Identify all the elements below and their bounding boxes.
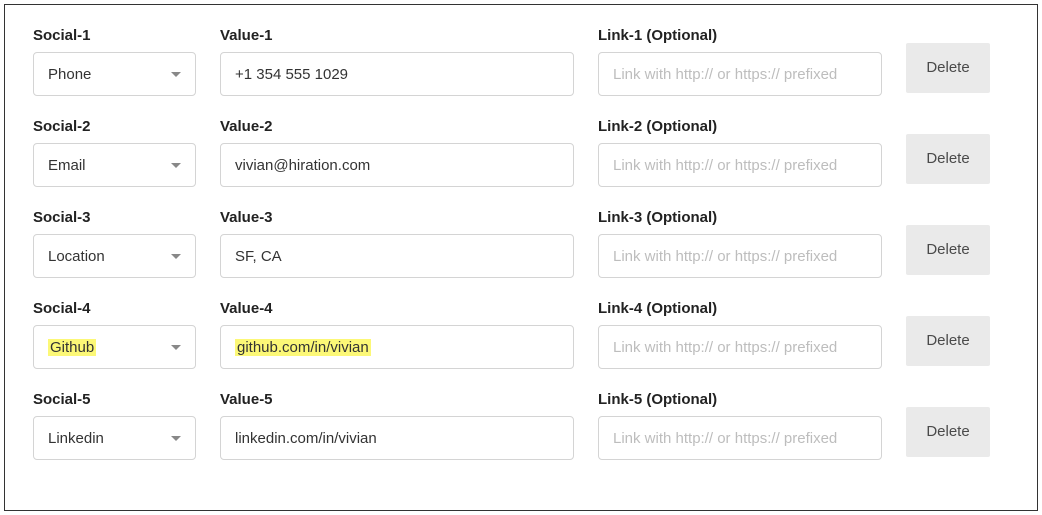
link-input[interactable]	[598, 143, 882, 187]
link-label: Link-3 (Optional)	[598, 209, 882, 226]
social-links-form: Social-1 Phone Value-1 Link-1 (Optional)…	[4, 4, 1038, 511]
social-row: Social-5 Linkedin Value-5 Link-5 (Option…	[33, 391, 1009, 460]
highlight-marker: github.com/in/vivian	[235, 339, 371, 356]
value-label: Value-5	[220, 391, 574, 408]
link-input[interactable]	[598, 52, 882, 96]
social-select[interactable]: Linkedin	[33, 416, 196, 460]
social-select-value: Github	[48, 339, 163, 356]
chevron-down-icon	[171, 72, 181, 77]
delete-button[interactable]: Delete	[906, 407, 990, 457]
link-label: Link-4 (Optional)	[598, 300, 882, 317]
social-select-value: Location	[48, 248, 163, 265]
delete-button[interactable]: Delete	[906, 225, 990, 275]
value-label: Value-3	[220, 209, 574, 226]
value-label: Value-4	[220, 300, 574, 317]
chevron-down-icon	[171, 254, 181, 259]
link-input[interactable]	[598, 416, 882, 460]
delete-button[interactable]: Delete	[906, 134, 990, 184]
social-label: Social-5	[33, 391, 196, 408]
highlight-marker: Github	[48, 339, 96, 356]
social-label: Social-1	[33, 27, 196, 44]
chevron-down-icon	[171, 163, 181, 168]
link-label: Link-5 (Optional)	[598, 391, 882, 408]
value-input[interactable]	[220, 52, 574, 96]
value-input[interactable]	[220, 416, 574, 460]
link-input[interactable]	[598, 325, 882, 369]
value-input[interactable]: github.com/in/vivian	[220, 325, 574, 369]
social-row: Social-2 Email Value-2 Link-2 (Optional)…	[33, 118, 1009, 187]
value-label: Value-1	[220, 27, 574, 44]
social-row: Social-1 Phone Value-1 Link-1 (Optional)…	[33, 27, 1009, 96]
social-label: Social-4	[33, 300, 196, 317]
chevron-down-icon	[171, 436, 181, 441]
social-select-value: Email	[48, 157, 163, 174]
value-label: Value-2	[220, 118, 574, 135]
social-select[interactable]: Phone	[33, 52, 196, 96]
social-select[interactable]: Email	[33, 143, 196, 187]
social-select-value: Linkedin	[48, 430, 163, 447]
delete-button[interactable]: Delete	[906, 43, 990, 93]
social-select[interactable]: Location	[33, 234, 196, 278]
chevron-down-icon	[171, 345, 181, 350]
social-label: Social-3	[33, 209, 196, 226]
value-input[interactable]	[220, 143, 574, 187]
link-label: Link-1 (Optional)	[598, 27, 882, 44]
value-input[interactable]	[220, 234, 574, 278]
social-row: Social-3 Location Value-3 Link-3 (Option…	[33, 209, 1009, 278]
social-row: Social-4 Github Value-4 github.com/in/vi…	[33, 300, 1009, 369]
link-input[interactable]	[598, 234, 882, 278]
link-label: Link-2 (Optional)	[598, 118, 882, 135]
social-select-value: Phone	[48, 66, 163, 83]
social-select[interactable]: Github	[33, 325, 196, 369]
social-label: Social-2	[33, 118, 196, 135]
delete-button[interactable]: Delete	[906, 316, 990, 366]
